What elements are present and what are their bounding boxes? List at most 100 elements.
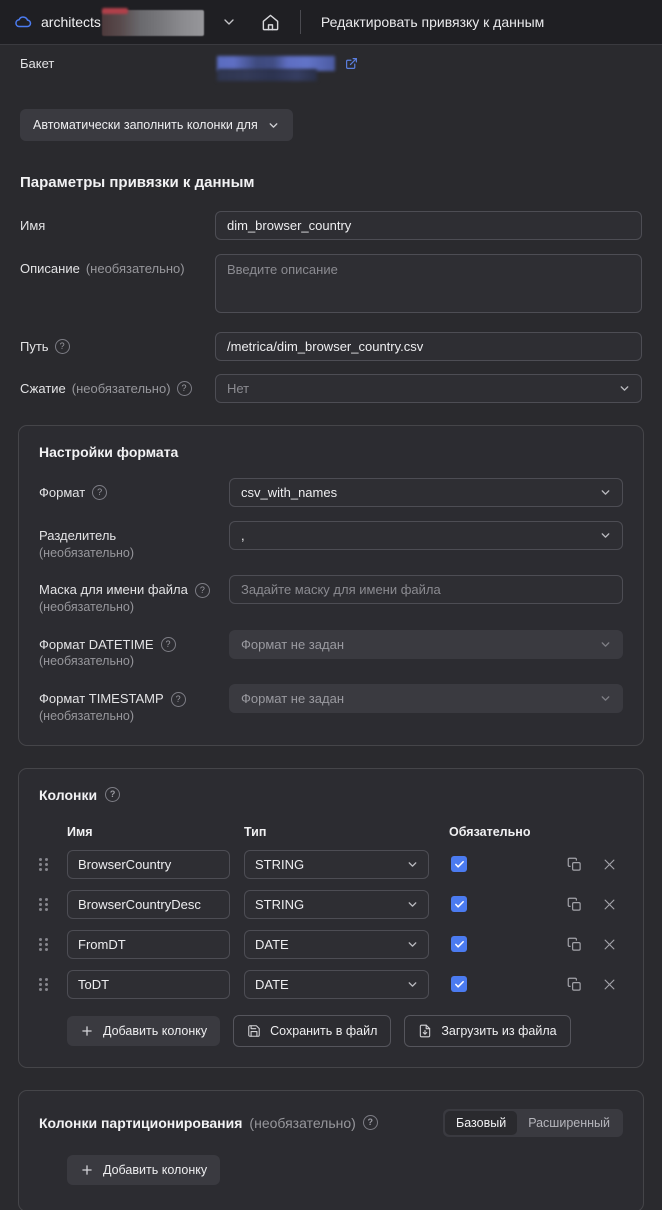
partition-mode-advanced[interactable]: Расширенный xyxy=(517,1111,621,1135)
duplicate-column-icon[interactable] xyxy=(567,897,582,912)
chevron-down-icon xyxy=(599,692,612,705)
external-link-icon[interactable] xyxy=(345,57,358,70)
column-required-header: Обязательно xyxy=(449,824,531,839)
duplicate-column-icon[interactable] xyxy=(567,977,582,992)
home-icon[interactable] xyxy=(261,13,280,32)
drag-handle-icon[interactable] xyxy=(39,897,67,911)
datetime-format-select[interactable]: Формат не задан xyxy=(229,629,623,659)
filemask-label-text: Маска для имени файла xyxy=(39,582,188,598)
column-type-value: STRING xyxy=(255,856,305,872)
datetime-format-label: Формат DATETIME ? (необязательно) xyxy=(39,630,229,670)
format-settings-panel: Настройки формата Формат ? csv_with_name… xyxy=(18,425,644,746)
help-icon[interactable]: ? xyxy=(160,637,176,653)
help-icon[interactable]: ? xyxy=(105,787,121,803)
chevron-down-icon xyxy=(599,529,612,542)
name-input[interactable] xyxy=(215,211,642,240)
remove-column-icon[interactable] xyxy=(602,977,617,992)
column-type-value: DATE xyxy=(255,976,289,992)
format-label: Формат ? xyxy=(39,478,229,502)
column-name-input[interactable] xyxy=(67,849,230,879)
table-row: STRING xyxy=(39,849,623,879)
column-name-input[interactable] xyxy=(67,889,230,919)
datetime-format-value: Формат не задан xyxy=(241,636,344,652)
add-column-label: Добавить колонку xyxy=(103,1023,208,1038)
path-label: Путь ? xyxy=(20,332,215,354)
column-required-checkbox[interactable] xyxy=(451,976,467,993)
bucket-value[interactable] xyxy=(215,55,358,81)
description-label: Описание (необязательно) xyxy=(20,254,215,276)
column-name-input[interactable] xyxy=(67,969,230,999)
drag-handle-icon[interactable] xyxy=(39,857,67,871)
column-type-select[interactable]: STRING xyxy=(244,849,429,879)
partition-mode-basic[interactable]: Базовый xyxy=(445,1110,518,1135)
save-to-file-button[interactable]: Сохранить в файл xyxy=(233,1014,392,1047)
delimiter-label-text: Разделитель xyxy=(39,528,117,543)
filemask-label: Маска для имени файла ? (необязательно) xyxy=(39,575,229,615)
column-name-header: Имя xyxy=(67,824,93,839)
path-label-text: Путь xyxy=(20,339,49,354)
filemask-input[interactable] xyxy=(229,575,623,605)
help-icon[interactable]: ? xyxy=(92,485,108,501)
drag-handle-icon[interactable] xyxy=(39,937,67,951)
field-timestamp-format: Формат TIMESTAMP ? (необязательно) Форма… xyxy=(39,684,623,724)
remove-column-icon[interactable] xyxy=(602,897,617,912)
column-required-checkbox[interactable] xyxy=(451,856,467,873)
help-icon[interactable]: ? xyxy=(170,691,186,707)
timestamp-format-select[interactable]: Формат не задан xyxy=(229,684,623,714)
column-required-checkbox[interactable] xyxy=(451,896,467,913)
path-input[interactable] xyxy=(215,332,642,361)
duplicate-column-icon[interactable] xyxy=(567,937,582,952)
filemask-optional-text: (необязательно) xyxy=(39,599,134,614)
plus-icon xyxy=(82,1164,92,1175)
load-from-file-label: Загрузить из файла xyxy=(441,1023,557,1038)
compression-select[interactable]: Нет xyxy=(215,374,642,403)
chevron-down-icon xyxy=(618,382,631,395)
column-type-select[interactable]: DATE xyxy=(244,929,429,959)
column-type-select[interactable]: DATE xyxy=(244,969,429,999)
delimiter-select[interactable]: , xyxy=(229,521,623,550)
remove-column-icon[interactable] xyxy=(602,857,617,872)
add-column-button[interactable]: Добавить колонку xyxy=(67,1015,221,1046)
help-icon[interactable]: ? xyxy=(176,381,192,396)
chevron-down-icon xyxy=(269,122,278,128)
columns-title-text: Колонки xyxy=(39,786,98,803)
organization-name[interactable]: architects xyxy=(41,14,101,30)
partition-optional-text: (необязательно) xyxy=(249,1114,356,1131)
column-required-checkbox[interactable] xyxy=(451,936,467,953)
compression-optional-text: (необязательно) xyxy=(71,381,171,396)
datetime-format-label-text: Формат DATETIME xyxy=(39,636,154,652)
page-content: Бакет Автоматически заполнить колонки дл… xyxy=(0,45,662,1210)
autofill-columns-button[interactable]: Автоматически заполнить колонки для xyxy=(20,109,293,141)
delimiter-optional-text: (необязательно) xyxy=(39,545,134,560)
help-icon[interactable]: ? xyxy=(194,582,210,598)
add-partition-column-button[interactable]: Добавить колонку xyxy=(67,1154,221,1185)
bucket-row: Бакет xyxy=(0,45,662,81)
partition-header: Колонки партиционирования (необязательно… xyxy=(39,1108,623,1137)
chevron-down-icon xyxy=(406,978,419,991)
description-textarea[interactable] xyxy=(215,254,642,313)
drag-handle-icon[interactable] xyxy=(39,977,67,991)
remove-column-icon[interactable] xyxy=(602,937,617,952)
field-name: Имя xyxy=(20,211,642,240)
datetime-optional-text: (необязательно) xyxy=(39,654,134,669)
floppy-disk-icon xyxy=(248,1024,260,1037)
params-form: Имя Описание (необязательно) Путь ? xyxy=(0,211,662,403)
chevron-down-icon[interactable] xyxy=(221,14,237,30)
timestamp-format-value: Формат не задан xyxy=(241,691,344,707)
partition-mode-toggle: Базовый Расширенный xyxy=(443,1108,623,1137)
format-select[interactable]: csv_with_names xyxy=(229,478,623,507)
column-type-value: DATE xyxy=(255,936,289,952)
column-type-select[interactable]: STRING xyxy=(244,889,429,919)
column-name-input[interactable] xyxy=(67,929,230,959)
compression-value: Нет xyxy=(227,381,250,396)
load-from-file-button[interactable]: Загрузить из файла xyxy=(404,1014,571,1047)
name-label: Имя xyxy=(20,211,215,233)
description-optional-text: (необязательно) xyxy=(85,261,185,276)
help-icon[interactable]: ? xyxy=(362,1115,378,1131)
help-icon[interactable]: ? xyxy=(54,339,70,354)
top-navigation-bar: architects Редактировать привязку к данн… xyxy=(0,0,662,45)
redacted-bucket-link-shadow xyxy=(217,68,317,81)
duplicate-column-icon[interactable] xyxy=(567,857,582,872)
description-label-text: Описание xyxy=(20,261,80,276)
add-partition-column-label: Добавить колонку xyxy=(103,1162,208,1177)
